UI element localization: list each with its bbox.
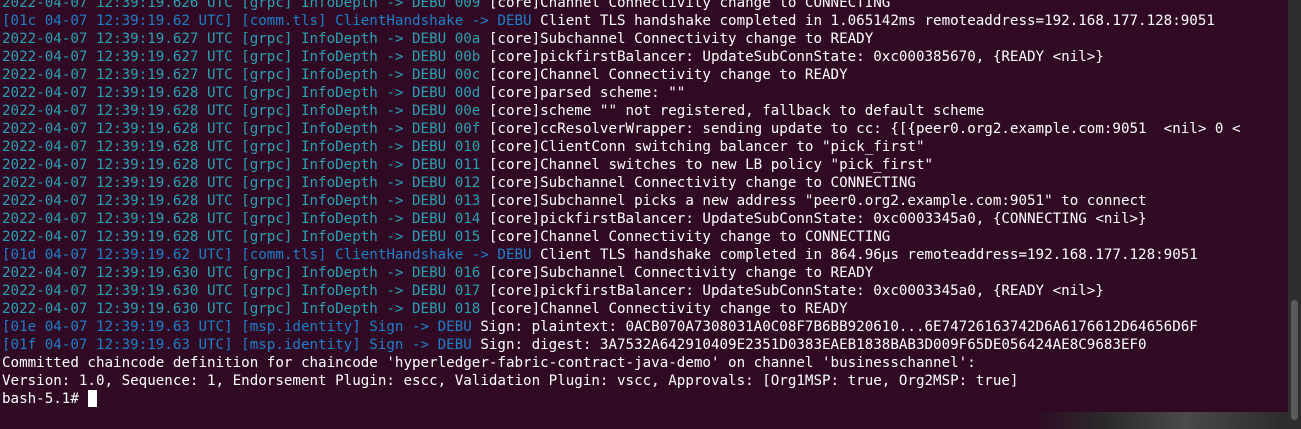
terminal-line: [01d 04-07 12:39:19.62 UTC] [comm.tls] C…	[2, 246, 1288, 264]
log-message: Version: 1.0, Sequence: 1, Endorsement P…	[2, 373, 1019, 389]
log-message: Client TLS handshake completed in 864.96…	[540, 247, 1198, 263]
log-message: [core]Subchannel picks a new address "pe…	[488, 193, 1147, 209]
log-prefix: 2022-04-07 12:39:19.628 UTC [grpc] InfoD…	[2, 193, 489, 209]
terminal-line: 2022-04-07 12:39:19.628 UTC [grpc] InfoD…	[2, 228, 1288, 246]
log-message: [core]Channel Connectivity change to CON…	[488, 0, 891, 11]
log-message: Committed chaincode definition for chain…	[2, 355, 976, 371]
terminal-line: 2022-04-07 12:39:19.628 UTC [grpc] InfoD…	[2, 120, 1288, 138]
log-message: [core]Channel Connectivity change to CON…	[488, 229, 891, 245]
terminal-line: Committed chaincode definition for chain…	[2, 354, 1288, 372]
terminal-line: 2022-04-07 12:39:19.628 UTC [grpc] InfoD…	[2, 210, 1288, 228]
log-prefix: 2022-04-07 12:39:19.627 UTC [grpc] InfoD…	[2, 67, 489, 83]
terminal-line: 2022-04-07 12:39:19.627 UTC [grpc] InfoD…	[2, 66, 1288, 84]
log-message: [core]Subchannel Connectivity change to …	[488, 31, 874, 47]
terminal-line: 2022-04-07 12:39:19.628 UTC [grpc] InfoD…	[2, 102, 1288, 120]
log-prefix: 2022-04-07 12:39:19.630 UTC [grpc] InfoD…	[2, 301, 489, 317]
prompt-line[interactable]: bash-5.1#	[2, 390, 1288, 408]
log-prefix: 2022-04-07 12:39:19.628 UTC [grpc] InfoD…	[2, 103, 489, 119]
log-prefix: [01f 04-07 12:39:19.63 UTC] [msp.identit…	[2, 337, 481, 353]
terminal-line: [01e 04-07 12:39:19.63 UTC] [msp.identit…	[2, 318, 1288, 336]
terminal-line: 2022-04-07 12:39:19.628 UTC [grpc] InfoD…	[2, 174, 1288, 192]
terminal-line: 2022-04-07 12:39:19.628 UTC [grpc] InfoD…	[2, 156, 1288, 174]
log-prefix: 2022-04-07 12:39:19.628 UTC [grpc] InfoD…	[2, 85, 489, 101]
log-prefix: 2022-04-07 12:39:19.628 UTC [grpc] InfoD…	[2, 211, 489, 227]
terminal-line: 2022-04-07 12:39:19.628 UTC [grpc] InfoD…	[2, 84, 1288, 102]
log-message: [core]ccResolverWrapper: sending update …	[488, 121, 1241, 137]
log-message: [core]Channel Connectivity change to REA…	[488, 301, 848, 317]
log-prefix: 2022-04-07 12:39:19.628 UTC [grpc] InfoD…	[2, 121, 489, 137]
terminal-line: 2022-04-07 12:39:19.627 UTC [grpc] InfoD…	[2, 30, 1288, 48]
log-prefix: 2022-04-07 12:39:19.628 UTC [grpc] InfoD…	[2, 157, 489, 173]
terminal-output: 2022-04-07 12:39:19.626 UTC [grpc] InfoD…	[2, 0, 1288, 408]
text-cursor	[88, 390, 98, 407]
log-message: [core]ClientConn switching balancer to "…	[488, 139, 925, 155]
terminal-window[interactable]: 2022-04-07 12:39:19.626 UTC [grpc] InfoD…	[0, 0, 1288, 429]
terminal-line: 2022-04-07 12:39:19.630 UTC [grpc] InfoD…	[2, 300, 1288, 318]
log-message: [core]scheme "" not registered, fallback…	[488, 103, 985, 119]
log-message: Client TLS handshake completed in 1.0651…	[540, 13, 1215, 29]
terminal-line: 2022-04-07 12:39:19.626 UTC [grpc] InfoD…	[2, 0, 1288, 12]
terminal-line: 2022-04-07 12:39:19.628 UTC [grpc] InfoD…	[2, 192, 1288, 210]
log-prefix: 2022-04-07 12:39:19.628 UTC [grpc] InfoD…	[2, 139, 489, 155]
terminal-line: 2022-04-07 12:39:19.627 UTC [grpc] InfoD…	[2, 48, 1288, 66]
log-prefix: 2022-04-07 12:39:19.627 UTC [grpc] InfoD…	[2, 49, 489, 65]
terminal-line: 2022-04-07 12:39:19.630 UTC [grpc] InfoD…	[2, 282, 1288, 300]
background-window-edge	[1030, 412, 1288, 429]
log-prefix: 2022-04-07 12:39:19.627 UTC [grpc] InfoD…	[2, 31, 489, 47]
scrollbar-thumb[interactable]	[1291, 300, 1298, 420]
log-message: [core]Subchannel Connectivity change to …	[488, 175, 916, 191]
log-prefix: [01d 04-07 12:39:19.62 UTC] [comm.tls] C…	[2, 247, 541, 263]
log-message: Sign: plaintext: 0ACB070A7308031A0C08F7B…	[480, 319, 1198, 335]
log-prefix: [01e 04-07 12:39:19.63 UTC] [msp.identit…	[2, 319, 481, 335]
terminal-line: [01f 04-07 12:39:19.63 UTC] [msp.identit…	[2, 336, 1288, 354]
terminal-line: 2022-04-07 12:39:19.630 UTC [grpc] InfoD…	[2, 264, 1288, 282]
log-message: [core]pickfirstBalancer: UpdateSubConnSt…	[488, 49, 1104, 65]
log-prefix: [01c 04-07 12:39:19.62 UTC] [comm.tls] C…	[2, 13, 541, 29]
log-prefix: 2022-04-07 12:39:19.626 UTC [grpc] InfoD…	[2, 0, 489, 11]
shell-prompt: bash-5.1#	[2, 391, 88, 407]
log-message: [core]pickfirstBalancer: UpdateSubConnSt…	[488, 211, 1147, 227]
log-prefix: 2022-04-07 12:39:19.630 UTC [grpc] InfoD…	[2, 265, 489, 281]
log-prefix: 2022-04-07 12:39:19.628 UTC [grpc] InfoD…	[2, 229, 489, 245]
log-prefix: 2022-04-07 12:39:19.628 UTC [grpc] InfoD…	[2, 175, 489, 191]
log-message: [core]Channel switches to new LB policy …	[488, 157, 934, 173]
log-prefix: 2022-04-07 12:39:19.630 UTC [grpc] InfoD…	[2, 283, 489, 299]
terminal-scrollbar[interactable]	[1288, 0, 1301, 429]
terminal-line: [01c 04-07 12:39:19.62 UTC] [comm.tls] C…	[2, 12, 1288, 30]
log-message: [core]Channel Connectivity change to REA…	[488, 67, 848, 83]
log-message: [core]parsed scheme: ""	[488, 85, 686, 101]
terminal-line: Version: 1.0, Sequence: 1, Endorsement P…	[2, 372, 1288, 390]
log-message: [core]Subchannel Connectivity change to …	[488, 265, 874, 281]
log-message: [core]pickfirstBalancer: UpdateSubConnSt…	[488, 283, 1104, 299]
log-message: Sign: digest: 3A7532A642910409E2351D0383…	[480, 337, 1147, 353]
terminal-line: 2022-04-07 12:39:19.628 UTC [grpc] InfoD…	[2, 138, 1288, 156]
